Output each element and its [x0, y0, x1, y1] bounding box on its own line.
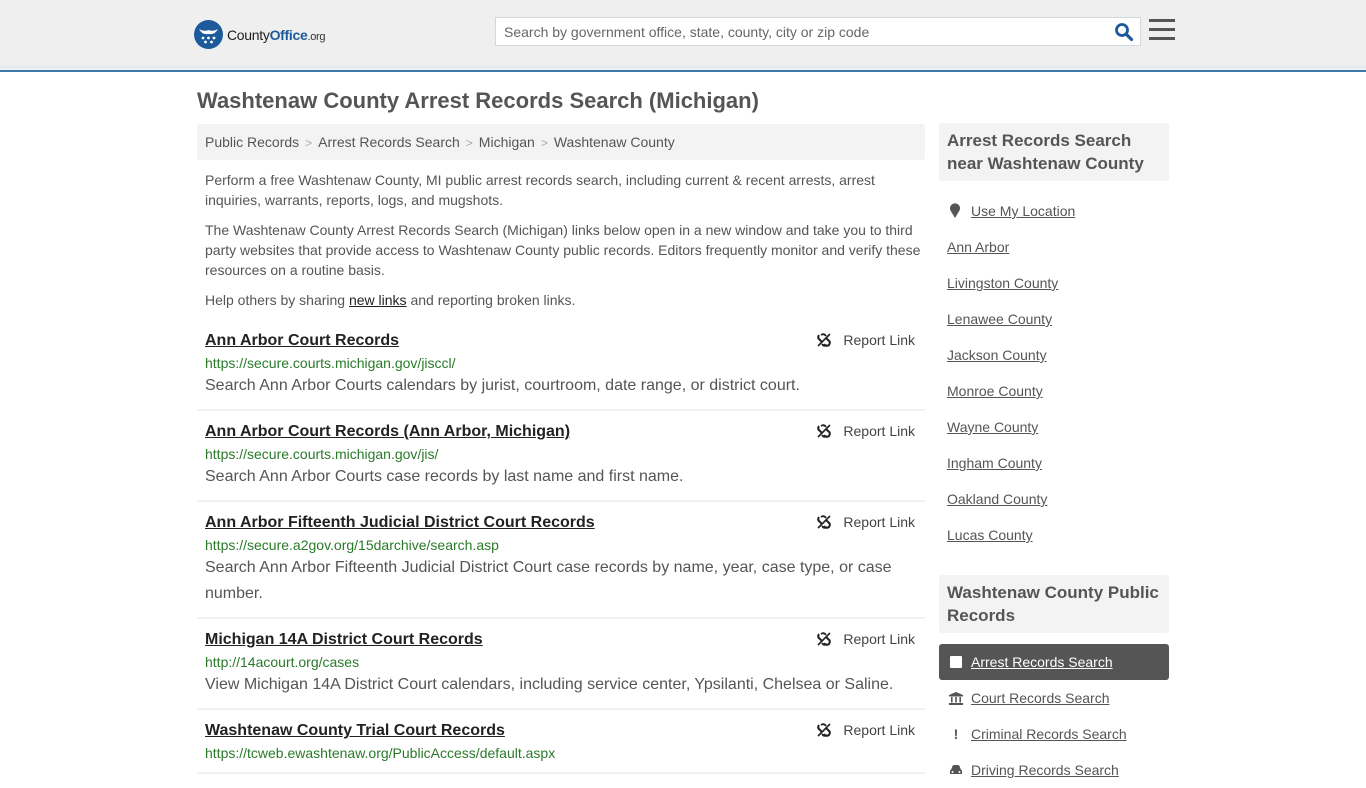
record-title-link[interactable]: Michigan 14A District Court Records	[205, 630, 483, 650]
report-link-button[interactable]: Report Link	[816, 332, 915, 348]
search-icon[interactable]	[1114, 22, 1134, 42]
record-title-link[interactable]: Ann Arbor Court Records	[205, 331, 399, 351]
record-description: Search Ann Arbor Courts calendars by jur…	[205, 377, 800, 394]
record-description: View Michigan 14A District Court calenda…	[205, 676, 894, 693]
nearby-item: Lucas County	[947, 517, 1169, 553]
use-my-location-item: Use My Location	[947, 193, 1169, 229]
public-records-link[interactable]: Driving Records Search	[971, 762, 1119, 778]
intro-paragraph: The Washtenaw County Arrest Records Sear…	[205, 222, 921, 278]
courthouse-icon	[949, 691, 963, 705]
record-url: https://secure.a2gov.org/15darchive/sear…	[205, 537, 499, 553]
public-records-item-driving[interactable]: Driving Records Search	[939, 752, 1169, 788]
record-title-link[interactable]: Washtenaw County Trial Court Records	[205, 721, 505, 741]
record-item: Ann Arbor Fifteenth Judicial District Co…	[197, 508, 925, 619]
nearby-link[interactable]: Livingston County	[947, 275, 1058, 291]
breadcrumb-washtenaw-county[interactable]: Washtenaw County	[554, 134, 675, 150]
site-header: CountyOffice.org	[0, 0, 1366, 72]
map-pin-icon	[947, 203, 963, 219]
breadcrumb-separator: >	[305, 136, 313, 150]
nearby-item: Ingham County	[947, 445, 1169, 481]
breadcrumb-michigan[interactable]: Michigan	[479, 134, 535, 150]
report-link-button[interactable]: Report Link	[816, 722, 915, 738]
report-link-button[interactable]: Report Link	[816, 423, 915, 439]
public-records-item-arrest[interactable]: Arrest Records Search	[939, 644, 1169, 680]
nearby-item: Oakland County	[947, 481, 1169, 517]
nearby-link[interactable]: Ingham County	[947, 455, 1042, 471]
search-input[interactable]	[496, 18, 1106, 45]
nearby-item: Livingston County	[947, 265, 1169, 301]
intro-paragraph: Perform a free Washtenaw County, MI publ…	[205, 172, 875, 208]
nearby-item: Ann Arbor	[947, 229, 1169, 265]
nearby-link[interactable]: Lenawee County	[947, 311, 1052, 327]
page-title: Washtenaw County Arrest Records Search (…	[197, 88, 759, 113]
broken-link-icon	[817, 424, 832, 438]
square-icon	[949, 656, 963, 668]
record-url: https://secure.courts.michigan.gov/jis/	[205, 446, 439, 462]
record-item: Ann Arbor Court Records (Ann Arbor, Mich…	[197, 417, 925, 502]
site-logo[interactable]: CountyOffice.org	[194, 20, 326, 49]
nearby-link[interactable]: Jackson County	[947, 347, 1047, 363]
nearby-item: Lenawee County	[947, 301, 1169, 337]
records-list: Ann Arbor Court Records Report Link http…	[197, 326, 925, 780]
nearby-item: Monroe County	[947, 373, 1169, 409]
logo-text: CountyOffice.org	[227, 26, 326, 43]
public-records-heading: Washtenaw County Public Records	[939, 575, 1169, 633]
help-paragraph: Help others by sharing new links and rep…	[205, 292, 576, 308]
nearby-item: Wayne County	[947, 409, 1169, 445]
nearby-link[interactable]: Ann Arbor	[947, 239, 1009, 255]
public-records-link[interactable]: Criminal Records Search	[971, 726, 1127, 742]
record-description: Search Ann Arbor Courts case records by …	[205, 468, 684, 485]
broken-link-icon	[817, 723, 832, 737]
report-link-button[interactable]: Report Link	[816, 514, 915, 530]
breadcrumb-separator: >	[540, 136, 548, 150]
record-item: Michigan 14A District Court Records Repo…	[197, 625, 925, 710]
intro-text: Perform a free Washtenaw County, MI publ…	[205, 170, 921, 320]
public-records-item-court[interactable]: Court Records Search	[939, 680, 1169, 716]
public-records-list: Arrest Records Search Court Records Sear…	[939, 633, 1169, 788]
record-item: Ann Arbor Court Records Report Link http…	[197, 326, 925, 411]
nearby-item: Jackson County	[947, 337, 1169, 373]
car-icon	[949, 764, 963, 776]
public-records-item-criminal[interactable]: ! Criminal Records Search	[939, 716, 1169, 752]
record-title-link[interactable]: Ann Arbor Court Records (Ann Arbor, Mich…	[205, 422, 570, 442]
search-box	[495, 17, 1141, 46]
broken-link-icon	[817, 515, 832, 529]
breadcrumb-arrest-records-search[interactable]: Arrest Records Search	[318, 134, 460, 150]
use-my-location-link[interactable]: Use My Location	[971, 203, 1075, 219]
public-records-link[interactable]: Arrest Records Search	[971, 654, 1113, 670]
eagle-logo-icon	[194, 20, 223, 49]
record-url: http://14acourt.org/cases	[205, 654, 360, 670]
record-url: https://secure.courts.michigan.gov/jiscc…	[205, 355, 456, 371]
broken-link-icon	[817, 333, 832, 347]
breadcrumb: Public Records > Arrest Records Search > Mic…	[197, 124, 925, 160]
nearby-link[interactable]: Wayne County	[947, 419, 1038, 435]
new-links-link[interactable]: new links	[349, 292, 407, 308]
nearby-heading: Arrest Records Search near Washtenaw Cou…	[939, 123, 1169, 181]
nearby-link[interactable]: Monroe County	[947, 383, 1043, 399]
sidebar: Arrest Records Search near Washtenaw Cou…	[939, 123, 1169, 788]
nearby-list: Use My Location Ann Arbor Livingston Cou…	[939, 181, 1169, 557]
record-title-link[interactable]: Ann Arbor Fifteenth Judicial District Co…	[205, 513, 595, 533]
record-url: https://tcweb.ewashtenaw.org/PublicAcces…	[205, 745, 556, 761]
exclamation-icon: !	[953, 726, 959, 742]
breadcrumb-public-records[interactable]: Public Records	[205, 134, 299, 150]
breadcrumb-separator: >	[465, 136, 473, 150]
nearby-link[interactable]: Oakland County	[947, 491, 1047, 507]
report-link-button[interactable]: Report Link	[816, 631, 915, 647]
broken-link-icon	[817, 632, 832, 646]
record-description: Search Ann Arbor Fifteenth Judicial Dist…	[205, 559, 892, 602]
record-item: Washtenaw County Trial Court Records Rep…	[197, 716, 925, 774]
public-records-link[interactable]: Court Records Search	[971, 690, 1110, 706]
hamburger-menu-icon[interactable]	[1149, 19, 1175, 43]
nearby-link[interactable]: Lucas County	[947, 527, 1033, 543]
